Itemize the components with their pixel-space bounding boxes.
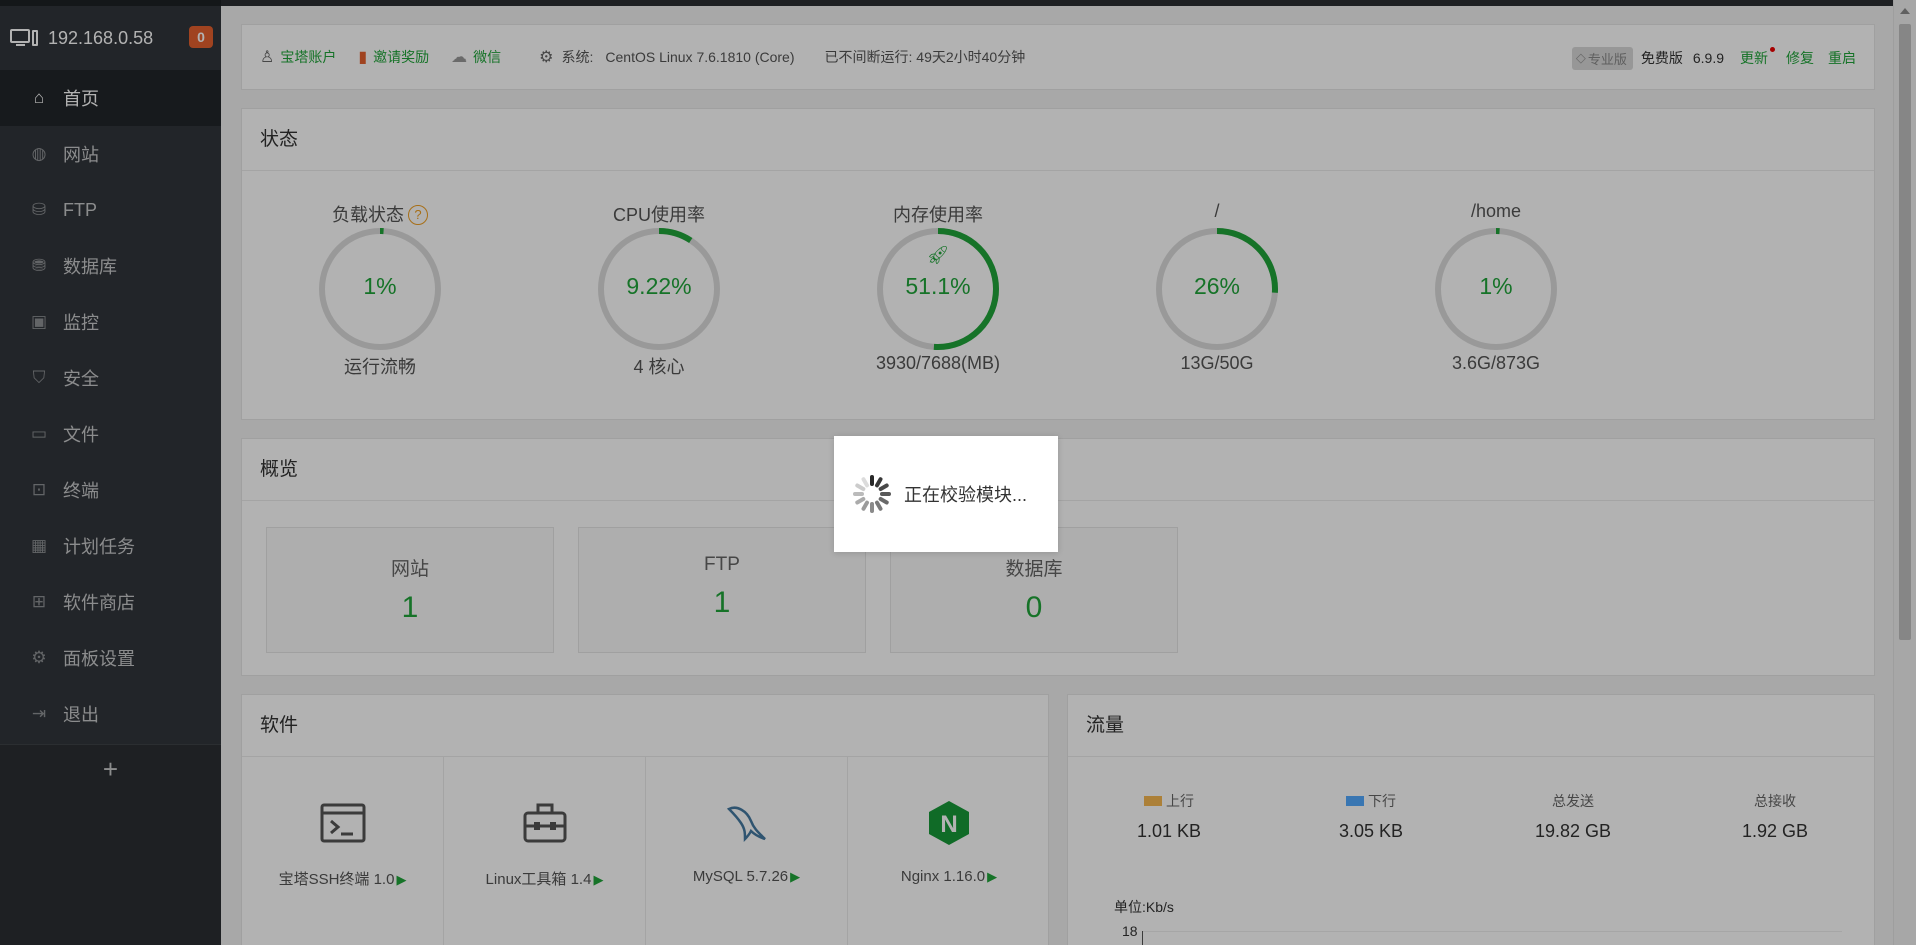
loading-dialog: 正在校验模块... (834, 436, 1058, 552)
loading-text: 正在校验模块... (904, 485, 1028, 505)
spinner-icon (852, 474, 892, 514)
